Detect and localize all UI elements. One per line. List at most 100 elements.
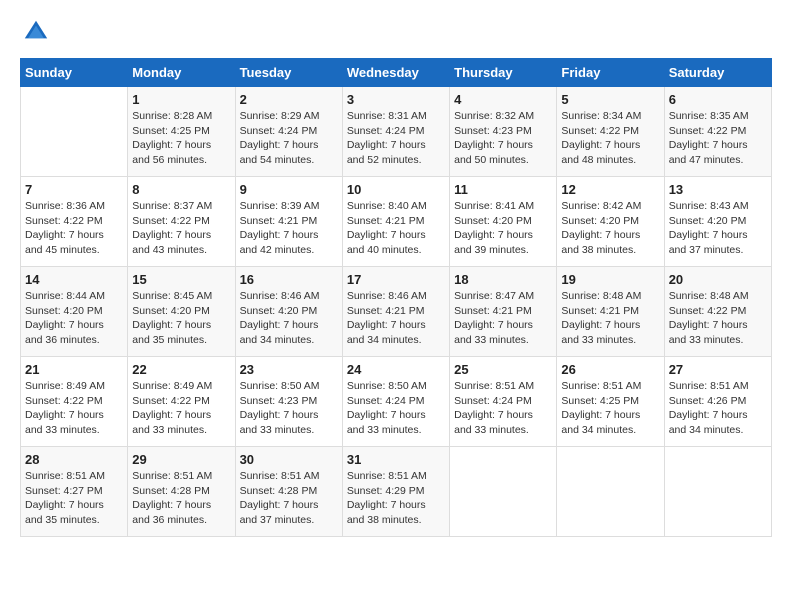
logo-icon [20, 16, 52, 48]
day-cell [664, 447, 771, 537]
header-day-tuesday: Tuesday [235, 59, 342, 87]
daylight: Daylight: 7 hours and 37 minutes. [669, 229, 748, 256]
daylight: Daylight: 7 hours and 36 minutes. [132, 499, 211, 526]
day-cell: 29 Sunrise: 8:51 AM Sunset: 4:28 PM Dayl… [128, 447, 235, 537]
day-number: 4 [454, 92, 552, 107]
daylight: Daylight: 7 hours and 34 minutes. [669, 409, 748, 436]
daylight: Daylight: 7 hours and 33 minutes. [25, 409, 104, 436]
sunrise: Sunrise: 8:42 AM [561, 200, 641, 212]
cell-content: Sunrise: 8:49 AM Sunset: 4:22 PM Dayligh… [25, 379, 123, 438]
day-cell: 22 Sunrise: 8:49 AM Sunset: 4:22 PM Dayl… [128, 357, 235, 447]
cell-content: Sunrise: 8:41 AM Sunset: 4:20 PM Dayligh… [454, 199, 552, 258]
sunset: Sunset: 4:21 PM [347, 215, 425, 227]
sunrise: Sunrise: 8:51 AM [561, 380, 641, 392]
daylight: Daylight: 7 hours and 33 minutes. [132, 409, 211, 436]
day-number: 7 [25, 182, 123, 197]
day-cell: 8 Sunrise: 8:37 AM Sunset: 4:22 PM Dayli… [128, 177, 235, 267]
daylight: Daylight: 7 hours and 33 minutes. [347, 409, 426, 436]
day-cell: 4 Sunrise: 8:32 AM Sunset: 4:23 PM Dayli… [450, 87, 557, 177]
sunrise: Sunrise: 8:37 AM [132, 200, 212, 212]
sunset: Sunset: 4:22 PM [132, 395, 210, 407]
daylight: Daylight: 7 hours and 33 minutes. [454, 409, 533, 436]
sunrise: Sunrise: 8:28 AM [132, 110, 212, 122]
day-cell: 6 Sunrise: 8:35 AM Sunset: 4:22 PM Dayli… [664, 87, 771, 177]
calendar-header: SundayMondayTuesdayWednesdayThursdayFrid… [21, 59, 772, 87]
sunset: Sunset: 4:22 PM [561, 125, 639, 137]
day-number: 6 [669, 92, 767, 107]
day-cell: 24 Sunrise: 8:50 AM Sunset: 4:24 PM Dayl… [342, 357, 449, 447]
day-number: 16 [240, 272, 338, 287]
sunrise: Sunrise: 8:49 AM [25, 380, 105, 392]
sunrise: Sunrise: 8:39 AM [240, 200, 320, 212]
day-cell: 19 Sunrise: 8:48 AM Sunset: 4:21 PM Dayl… [557, 267, 664, 357]
day-number: 10 [347, 182, 445, 197]
day-number: 9 [240, 182, 338, 197]
day-number: 31 [347, 452, 445, 467]
sunset: Sunset: 4:20 PM [240, 305, 318, 317]
daylight: Daylight: 7 hours and 33 minutes. [669, 319, 748, 346]
sunrise: Sunrise: 8:29 AM [240, 110, 320, 122]
week-row-5: 28 Sunrise: 8:51 AM Sunset: 4:27 PM Dayl… [21, 447, 772, 537]
sunrise: Sunrise: 8:41 AM [454, 200, 534, 212]
sunrise: Sunrise: 8:50 AM [240, 380, 320, 392]
day-number: 12 [561, 182, 659, 197]
day-number: 2 [240, 92, 338, 107]
cell-content: Sunrise: 8:49 AM Sunset: 4:22 PM Dayligh… [132, 379, 230, 438]
sunrise: Sunrise: 8:49 AM [132, 380, 212, 392]
sunset: Sunset: 4:20 PM [25, 305, 103, 317]
sunset: Sunset: 4:22 PM [132, 215, 210, 227]
daylight: Daylight: 7 hours and 52 minutes. [347, 139, 426, 166]
sunset: Sunset: 4:21 PM [347, 305, 425, 317]
day-cell: 18 Sunrise: 8:47 AM Sunset: 4:21 PM Dayl… [450, 267, 557, 357]
sunrise: Sunrise: 8:43 AM [669, 200, 749, 212]
header-day-friday: Friday [557, 59, 664, 87]
day-cell: 10 Sunrise: 8:40 AM Sunset: 4:21 PM Dayl… [342, 177, 449, 267]
week-row-3: 14 Sunrise: 8:44 AM Sunset: 4:20 PM Dayl… [21, 267, 772, 357]
day-number: 21 [25, 362, 123, 377]
cell-content: Sunrise: 8:39 AM Sunset: 4:21 PM Dayligh… [240, 199, 338, 258]
cell-content: Sunrise: 8:51 AM Sunset: 4:25 PM Dayligh… [561, 379, 659, 438]
sunset: Sunset: 4:28 PM [240, 485, 318, 497]
cell-content: Sunrise: 8:51 AM Sunset: 4:28 PM Dayligh… [132, 469, 230, 528]
sunset: Sunset: 4:20 PM [132, 305, 210, 317]
sunset: Sunset: 4:29 PM [347, 485, 425, 497]
sunrise: Sunrise: 8:51 AM [240, 470, 320, 482]
sunset: Sunset: 4:27 PM [25, 485, 103, 497]
sunset: Sunset: 4:21 PM [240, 215, 318, 227]
cell-content: Sunrise: 8:50 AM Sunset: 4:23 PM Dayligh… [240, 379, 338, 438]
day-number: 28 [25, 452, 123, 467]
day-cell: 25 Sunrise: 8:51 AM Sunset: 4:24 PM Dayl… [450, 357, 557, 447]
day-cell: 28 Sunrise: 8:51 AM Sunset: 4:27 PM Dayl… [21, 447, 128, 537]
daylight: Daylight: 7 hours and 38 minutes. [561, 229, 640, 256]
daylight: Daylight: 7 hours and 35 minutes. [132, 319, 211, 346]
sunset: Sunset: 4:24 PM [454, 395, 532, 407]
daylight: Daylight: 7 hours and 33 minutes. [561, 319, 640, 346]
day-number: 26 [561, 362, 659, 377]
sunset: Sunset: 4:22 PM [669, 305, 747, 317]
day-number: 18 [454, 272, 552, 287]
daylight: Daylight: 7 hours and 43 minutes. [132, 229, 211, 256]
cell-content: Sunrise: 8:31 AM Sunset: 4:24 PM Dayligh… [347, 109, 445, 168]
day-cell: 7 Sunrise: 8:36 AM Sunset: 4:22 PM Dayli… [21, 177, 128, 267]
cell-content: Sunrise: 8:44 AM Sunset: 4:20 PM Dayligh… [25, 289, 123, 348]
sunrise: Sunrise: 8:44 AM [25, 290, 105, 302]
header-day-sunday: Sunday [21, 59, 128, 87]
cell-content: Sunrise: 8:37 AM Sunset: 4:22 PM Dayligh… [132, 199, 230, 258]
header-day-monday: Monday [128, 59, 235, 87]
day-number: 3 [347, 92, 445, 107]
day-number: 15 [132, 272, 230, 287]
daylight: Daylight: 7 hours and 56 minutes. [132, 139, 211, 166]
day-cell: 30 Sunrise: 8:51 AM Sunset: 4:28 PM Dayl… [235, 447, 342, 537]
sunrise: Sunrise: 8:45 AM [132, 290, 212, 302]
day-number: 23 [240, 362, 338, 377]
day-number: 13 [669, 182, 767, 197]
day-cell: 20 Sunrise: 8:48 AM Sunset: 4:22 PM Dayl… [664, 267, 771, 357]
cell-content: Sunrise: 8:32 AM Sunset: 4:23 PM Dayligh… [454, 109, 552, 168]
day-number: 11 [454, 182, 552, 197]
daylight: Daylight: 7 hours and 45 minutes. [25, 229, 104, 256]
cell-content: Sunrise: 8:46 AM Sunset: 4:21 PM Dayligh… [347, 289, 445, 348]
cell-content: Sunrise: 8:51 AM Sunset: 4:28 PM Dayligh… [240, 469, 338, 528]
sunset: Sunset: 4:24 PM [347, 395, 425, 407]
day-cell: 14 Sunrise: 8:44 AM Sunset: 4:20 PM Dayl… [21, 267, 128, 357]
cell-content: Sunrise: 8:51 AM Sunset: 4:26 PM Dayligh… [669, 379, 767, 438]
